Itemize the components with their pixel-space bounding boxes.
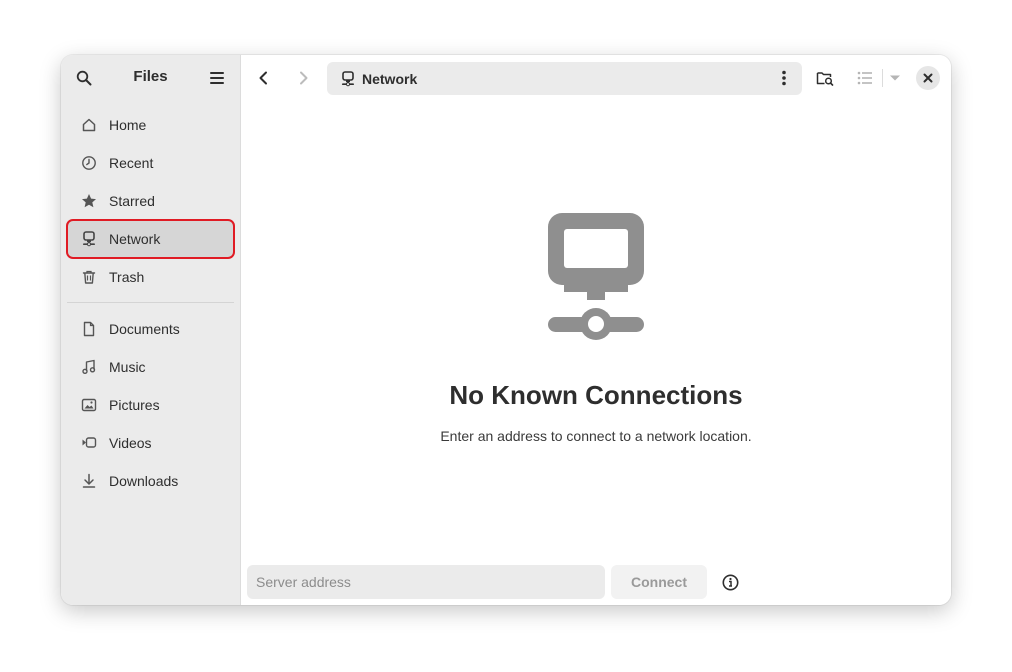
folder-search-icon — [816, 72, 834, 86]
sidebar-item-label: Videos — [109, 435, 152, 451]
sidebar-item-label: Recent — [109, 155, 154, 171]
files-window: Files Home Recent Starred Network Trash … — [61, 55, 951, 605]
content-area: Network No Known Connections Enter an ad… — [241, 55, 951, 605]
sidebar-list: Home Recent Starred Network Trash Docume… — [66, 106, 235, 500]
empty-state-description: Enter an address to connect to a network… — [440, 428, 752, 444]
sidebar-item-label: Network — [109, 231, 161, 247]
chevron-left-icon — [259, 71, 267, 85]
download-icon — [79, 471, 99, 491]
sidebar-item-videos[interactable]: Videos — [67, 424, 234, 462]
location-label: Network — [362, 70, 418, 87]
chevron-right-icon — [300, 71, 308, 85]
music-icon — [79, 357, 99, 377]
trash-icon — [79, 267, 99, 287]
sidebar: Files Home Recent Starred Network Trash … — [61, 55, 241, 605]
sidebar-item-label: Home — [109, 117, 147, 133]
server-address-input[interactable] — [247, 565, 605, 599]
sidebar-item-documents[interactable]: Documents — [67, 310, 234, 348]
network-icon — [340, 70, 356, 87]
close-icon — [923, 73, 933, 83]
document-icon — [79, 319, 99, 339]
chevron-down-icon — [890, 75, 900, 81]
connect-button[interactable]: Connect — [611, 565, 707, 599]
hamburger-menu-icon[interactable] — [205, 66, 229, 90]
search-folder-button[interactable] — [811, 65, 839, 91]
home-icon — [79, 115, 99, 135]
sidebar-item-home[interactable]: Home — [67, 106, 234, 144]
sidebar-header: Files — [61, 55, 240, 101]
sidebar-item-music[interactable]: Music — [67, 348, 234, 386]
sidebar-item-network[interactable]: Network — [66, 219, 235, 259]
sidebar-item-downloads[interactable]: Downloads — [67, 462, 234, 500]
sidebar-item-label: Downloads — [109, 473, 179, 489]
view-options-button[interactable] — [885, 65, 905, 91]
toolbar-separator — [882, 69, 883, 87]
location-bar[interactable]: Network — [327, 62, 802, 95]
info-icon — [722, 574, 738, 590]
sidebar-item-label: Pictures — [109, 397, 160, 413]
back-button[interactable] — [250, 65, 278, 91]
location-menu-icon[interactable] — [774, 67, 794, 89]
forward-button[interactable] — [289, 65, 317, 91]
info-button[interactable] — [719, 571, 741, 593]
sidebar-item-label: Documents — [109, 321, 180, 337]
clock-icon — [79, 153, 99, 173]
list-view-icon — [857, 71, 872, 85]
sidebar-item-recent[interactable]: Recent — [67, 144, 234, 182]
close-button[interactable] — [916, 66, 940, 90]
network-icon — [79, 229, 99, 249]
sidebar-item-pictures[interactable]: Pictures — [67, 386, 234, 424]
sidebar-item-label: Music — [109, 359, 146, 375]
star-icon — [79, 191, 99, 211]
network-icon — [548, 213, 644, 340]
sidebar-item-label: Starred — [109, 193, 155, 209]
sidebar-item-starred[interactable]: Starred — [67, 182, 234, 220]
sidebar-item-label: Trash — [109, 269, 145, 285]
empty-state-title: No Known Connections — [449, 380, 743, 410]
sidebar-separator — [67, 302, 234, 303]
video-icon — [79, 433, 99, 453]
sidebar-item-trash[interactable]: Trash — [67, 258, 234, 296]
view-list-button[interactable] — [851, 65, 879, 91]
picture-icon — [79, 395, 99, 415]
